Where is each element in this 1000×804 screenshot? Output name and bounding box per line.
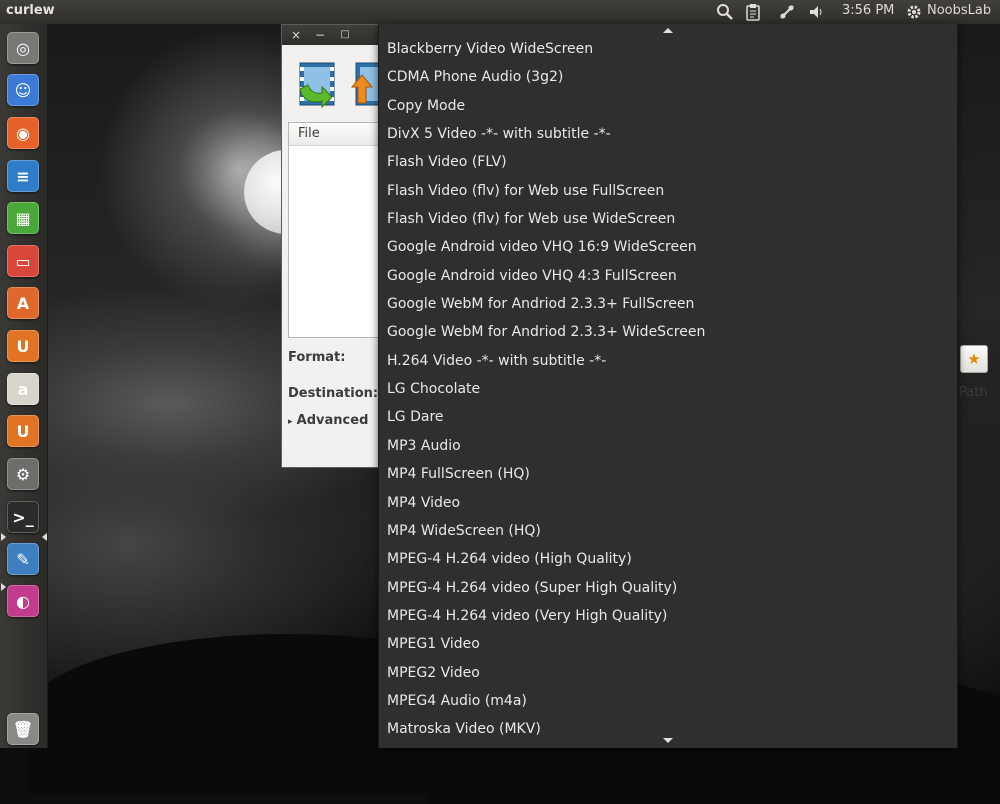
star-icon: ★: [967, 350, 981, 368]
system-settings-icon[interactable]: ⚙: [7, 458, 39, 490]
writer-document-icon[interactable]: ≡: [7, 160, 39, 192]
format-menu-item[interactable]: MPEG1 Video: [379, 630, 957, 658]
favorite-button[interactable]: ★: [960, 345, 988, 373]
finder-face-icon[interactable]: ☺: [7, 74, 39, 106]
amazon-icon[interactable]: a: [7, 373, 39, 405]
format-menu-item[interactable]: Flash Video (FLV): [379, 148, 957, 176]
format-menu-item[interactable]: MPEG2 Video: [379, 659, 957, 687]
running-indicator-icon: [1, 533, 6, 541]
scroll-down-arrow-icon[interactable]: [663, 738, 673, 743]
close-button[interactable]: ×: [288, 27, 304, 43]
firefox-icon[interactable]: ◉: [7, 117, 39, 149]
format-menu-item[interactable]: DivX 5 Video -*- with subtitle -*-: [379, 120, 957, 148]
user-name[interactable]: NoobsLab: [927, 3, 991, 18]
advanced-expander[interactable]: ▸ Advanced: [288, 413, 368, 428]
format-menu-item[interactable]: MP4 Video: [379, 489, 957, 517]
format-menu-item[interactable]: MPEG-4 H.264 video (Super High Quality): [379, 574, 957, 602]
add-file-button[interactable]: [294, 59, 340, 109]
add-file-icon: [299, 62, 335, 109]
remove-file-icon: [350, 62, 378, 106]
software-center-icon[interactable]: A: [7, 287, 39, 319]
format-dropdown-menu[interactable]: Blackberry Video WideScreen CDMA Phone Au…: [378, 24, 958, 748]
media-app-icon[interactable]: ◐: [7, 585, 39, 617]
format-menu-item[interactable]: CDMA Phone Audio (3g2): [379, 63, 957, 91]
expander-arrow-icon: ▸: [288, 417, 293, 427]
running-indicator-icon: [1, 583, 6, 591]
top-panel: curlew 3:56 PM NoobsLab: [0, 0, 1000, 24]
format-menu-item[interactable]: MP4 FullScreen (HQ): [379, 460, 957, 488]
ubuntu-dash-icon[interactable]: ◎: [7, 32, 39, 64]
format-menu-item[interactable]: H.264 Video -*- with subtitle -*-: [379, 347, 957, 375]
format-menu-items: Blackberry Video WideScreen CDMA Phone Au…: [379, 35, 957, 744]
format-label: Format:: [288, 350, 346, 365]
format-menu-item[interactable]: MPEG4 Audio (m4a): [379, 687, 957, 715]
scroll-up-arrow-icon[interactable]: [663, 28, 673, 33]
format-menu-item[interactable]: Google WebM for Andriod 2.3.3+ WideScree…: [379, 318, 957, 346]
remove-file-button[interactable]: [350, 59, 378, 109]
gear-icon[interactable]: [904, 2, 924, 22]
path-button-label[interactable]: Path: [959, 385, 988, 400]
format-menu-item[interactable]: Google Android video VHQ 16:9 WideScreen: [379, 233, 957, 261]
minimize-button[interactable]: −: [312, 27, 328, 43]
format-menu-item[interactable]: Flash Video (flv) for Web use FullScreen: [379, 177, 957, 205]
format-menu-item[interactable]: Copy Mode: [379, 92, 957, 120]
volume-icon[interactable]: [806, 2, 828, 22]
format-menu-item[interactable]: MP4 WideScreen (HQ): [379, 517, 957, 545]
app-title: curlew: [6, 3, 55, 18]
format-menu-item[interactable]: MP3 Audio: [379, 432, 957, 460]
format-menu-item[interactable]: Flash Video (flv) for Web use WideScreen: [379, 205, 957, 233]
format-menu-item[interactable]: MPEG-4 H.264 video (High Quality): [379, 545, 957, 573]
running-indicator-icon: [42, 533, 47, 541]
curlew-icon[interactable]: ✎: [7, 543, 39, 575]
launcher: ◎ ☺ ◉ ≡ ▦ ▭ A Ua U ⚙ >_ ✎ ◐ 🗑: [0, 24, 48, 748]
ubuntu-one-music-icon[interactable]: U: [7, 415, 39, 447]
trash-icon[interactable]: 🗑: [7, 713, 39, 745]
impress-presentation-icon[interactable]: ▭: [7, 245, 39, 277]
advanced-label: Advanced: [296, 413, 369, 428]
format-menu-item[interactable]: LG Dare: [379, 403, 957, 431]
format-menu-item[interactable]: Google Android video VHQ 4:3 FullScreen: [379, 262, 957, 290]
maximize-button[interactable]: □: [337, 27, 353, 43]
format-menu-item[interactable]: Blackberry Video WideScreen: [379, 35, 957, 63]
calc-spreadsheet-icon[interactable]: ▦: [7, 202, 39, 234]
format-menu-item[interactable]: MPEG-4 H.264 video (Very High Quality): [379, 602, 957, 630]
clipboard-indicator-icon[interactable]: [742, 2, 764, 22]
format-menu-item[interactable]: Google WebM for Andriod 2.3.3+ FullScree…: [379, 290, 957, 318]
terminal-icon[interactable]: >_: [7, 501, 39, 533]
destination-label: Destination:: [288, 386, 379, 401]
ubuntu-one-icon[interactable]: U: [7, 330, 39, 362]
format-menu-item[interactable]: LG Chocolate: [379, 375, 957, 403]
network-icon[interactable]: [776, 2, 798, 22]
clock[interactable]: 3:56 PM: [842, 3, 894, 18]
search-icon[interactable]: [714, 2, 736, 22]
